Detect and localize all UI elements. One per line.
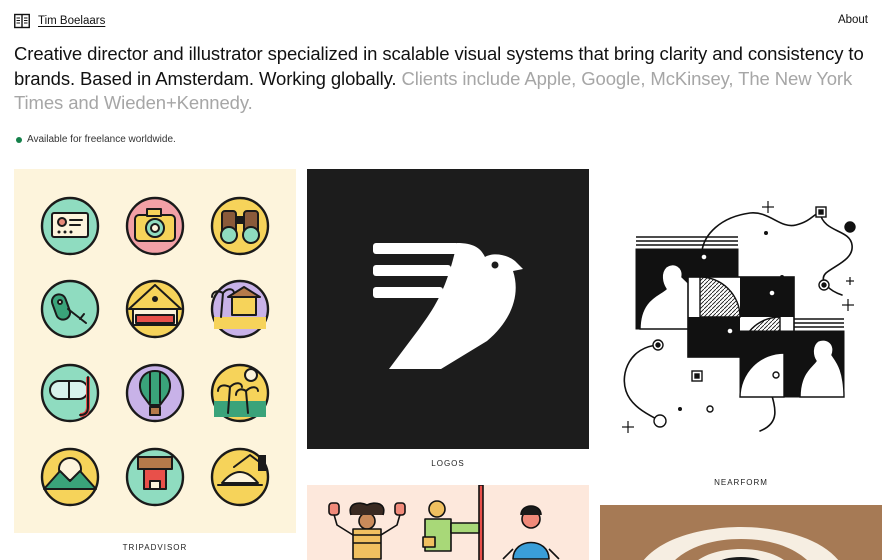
hotel-key-icon — [40, 279, 100, 339]
site-name[interactable]: Tim Boelaars — [38, 15, 105, 27]
project-tile-tripadvisor[interactable]: .ring { stroke: #1a1a1a; stroke-width: 2… — [14, 169, 296, 533]
beach-hut-icon — [210, 279, 270, 339]
caption-logos: LOGOS — [431, 459, 465, 468]
intro-text: Creative director and illustrator specia… — [14, 42, 884, 116]
project-tile-nearform[interactable] — [600, 169, 882, 467]
resume-icon — [40, 196, 100, 256]
snorkel-icon — [40, 363, 100, 423]
people-illustration — [328, 485, 560, 560]
coffee-machine-icon — [125, 447, 185, 507]
room-service-icon — [210, 447, 270, 507]
hotel-bed-icon — [125, 279, 185, 339]
project-tile-brown[interactable] — [600, 505, 882, 560]
site-header: Tim Boelaars About — [14, 12, 882, 32]
home-link[interactable]: Tim Boelaars — [14, 13, 105, 29]
caption-nearform: NEARFORM — [714, 478, 768, 487]
caption-tripadvisor: TRIPADVISOR — [122, 543, 188, 552]
tripadvisor-illustration: .ring { stroke: #1a1a1a; stroke-width: 2… — [40, 196, 270, 507]
camera-icon — [125, 196, 185, 256]
arch-illustration — [644, 527, 838, 560]
project-tile-people[interactable] — [307, 485, 589, 560]
about-link[interactable]: About — [838, 14, 868, 26]
availability-status: Available for freelance worldwide. — [16, 134, 176, 145]
binoculars-icon — [210, 196, 270, 256]
nearform-illustration — [622, 201, 856, 433]
palm-trees-icon — [210, 363, 270, 423]
mountain-sun-icon — [40, 447, 100, 507]
project-tile-logos[interactable] — [307, 169, 589, 449]
status-dot-icon — [16, 136, 22, 143]
dove-logo-illustration — [373, 243, 523, 369]
hot-air-balloon-icon — [125, 363, 185, 423]
book-icon — [14, 13, 30, 29]
availability-text: Available for freelance worldwide. — [27, 134, 176, 145]
